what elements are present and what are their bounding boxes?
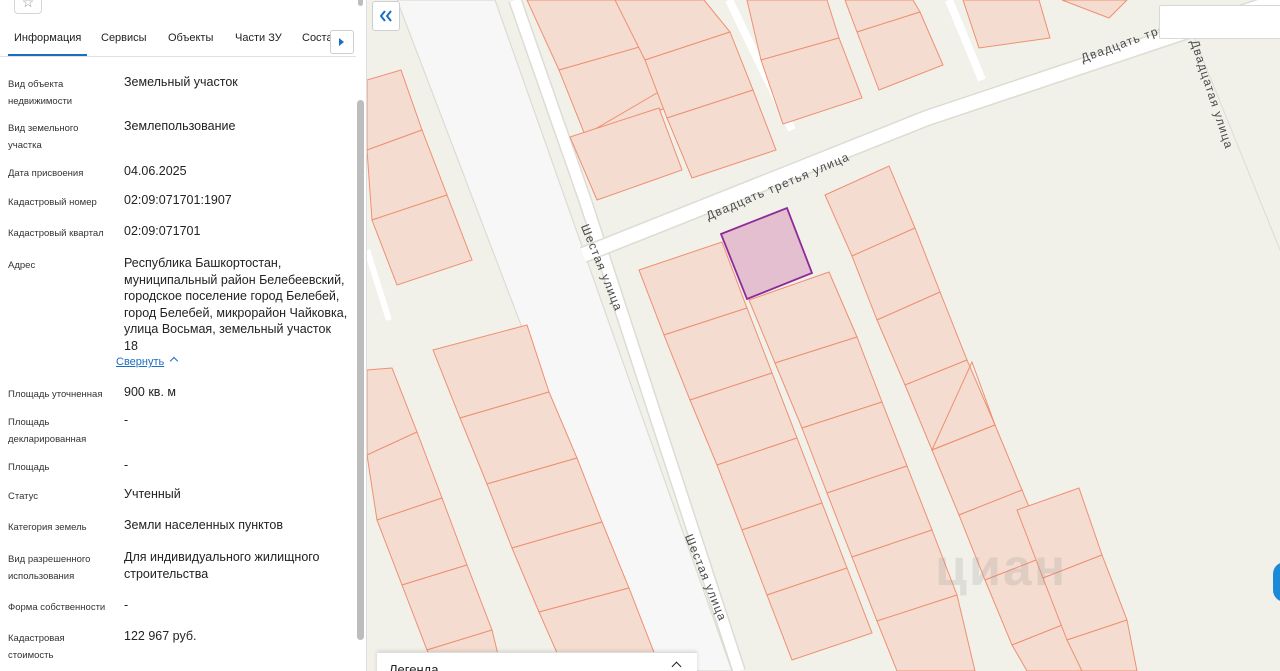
field-value: 900 кв. м xyxy=(124,385,176,399)
field-label: Статус xyxy=(8,491,39,502)
collapse-address-link[interactable]: Свернуть xyxy=(116,356,179,368)
minor-road xyxy=(367,249,392,321)
field-label: Площадь уточненная xyxy=(8,389,103,400)
field-value: Землепользование xyxy=(124,119,236,133)
legend-panel[interactable]: Легенда xyxy=(377,652,697,671)
field-value: 04.06.2025 xyxy=(124,164,187,178)
info-panel: ☆ Информация Сервисы Объекты Части ЗУ Со… xyxy=(0,0,367,671)
map-action-button[interactable] xyxy=(1273,562,1280,602)
field-label: Вид земельного участка xyxy=(8,123,79,151)
map-view[interactable]: Двадцать третья улица Двадцать третья Ше… xyxy=(367,0,1280,671)
map-watermark: циан xyxy=(935,539,1068,597)
tab-bar: Информация Сервисы Объекты Части ЗУ Сост… xyxy=(0,24,356,57)
scrollbar-cap xyxy=(358,0,363,6)
tab-composition[interactable]: Соста xyxy=(302,32,333,44)
field-label: Дата присвоения xyxy=(8,168,84,179)
field-label: Кадастровая стоимость xyxy=(8,633,65,661)
tab-parts[interactable]: Части ЗУ xyxy=(235,32,282,44)
chevron-up-icon[interactable] xyxy=(671,661,682,671)
tabs-scroll-right-chevron-icon[interactable] xyxy=(330,30,354,54)
field-value: Республика Башкортостан, муниципальный р… xyxy=(124,256,348,353)
collapse-panel-button[interactable] xyxy=(372,1,400,31)
cadastral-map xyxy=(367,0,1280,671)
field-value: Учтенный xyxy=(124,487,181,501)
field-value: Для индивидуального жилищного строительс… xyxy=(124,550,320,581)
field-value: - xyxy=(124,598,129,612)
tab-services[interactable]: Сервисы xyxy=(101,32,147,44)
field-label: Вид разрешенного использования xyxy=(8,554,91,582)
legend-title: Легенда xyxy=(389,662,439,671)
field-label: Площадь декларированная xyxy=(8,417,87,445)
field-label: Адрес xyxy=(8,260,36,271)
field-label: Кадастровый номер xyxy=(8,197,97,208)
field-label: Категория земель xyxy=(8,522,87,533)
field-value: Земли населенных пунктов xyxy=(124,518,283,532)
field-value: 122 967 руб. xyxy=(124,629,197,643)
field-label: Площадь xyxy=(8,462,50,473)
field-label: Кадастровый квартал xyxy=(8,228,104,239)
chevron-up-icon xyxy=(170,356,179,366)
field-value: 02:09:071701 xyxy=(124,224,201,238)
favorite-star-icon[interactable]: ☆ xyxy=(14,0,42,14)
field-value: 02:09:071701:1907 xyxy=(124,193,232,207)
field-value: - xyxy=(124,413,129,427)
tab-information[interactable]: Информация xyxy=(7,32,88,56)
panel-scrollbar[interactable] xyxy=(357,100,364,640)
map-search-input[interactable] xyxy=(1159,5,1280,39)
field-value: Земельный участок xyxy=(124,75,238,89)
collapse-link-label: Свернуть xyxy=(116,356,165,368)
field-value: - xyxy=(124,458,129,472)
field-label: Вид объекта недвижимости xyxy=(8,79,73,107)
tab-objects[interactable]: Объекты xyxy=(168,32,213,44)
field-label: Форма собственности xyxy=(8,602,106,613)
double-chevron-left-icon xyxy=(379,10,392,22)
